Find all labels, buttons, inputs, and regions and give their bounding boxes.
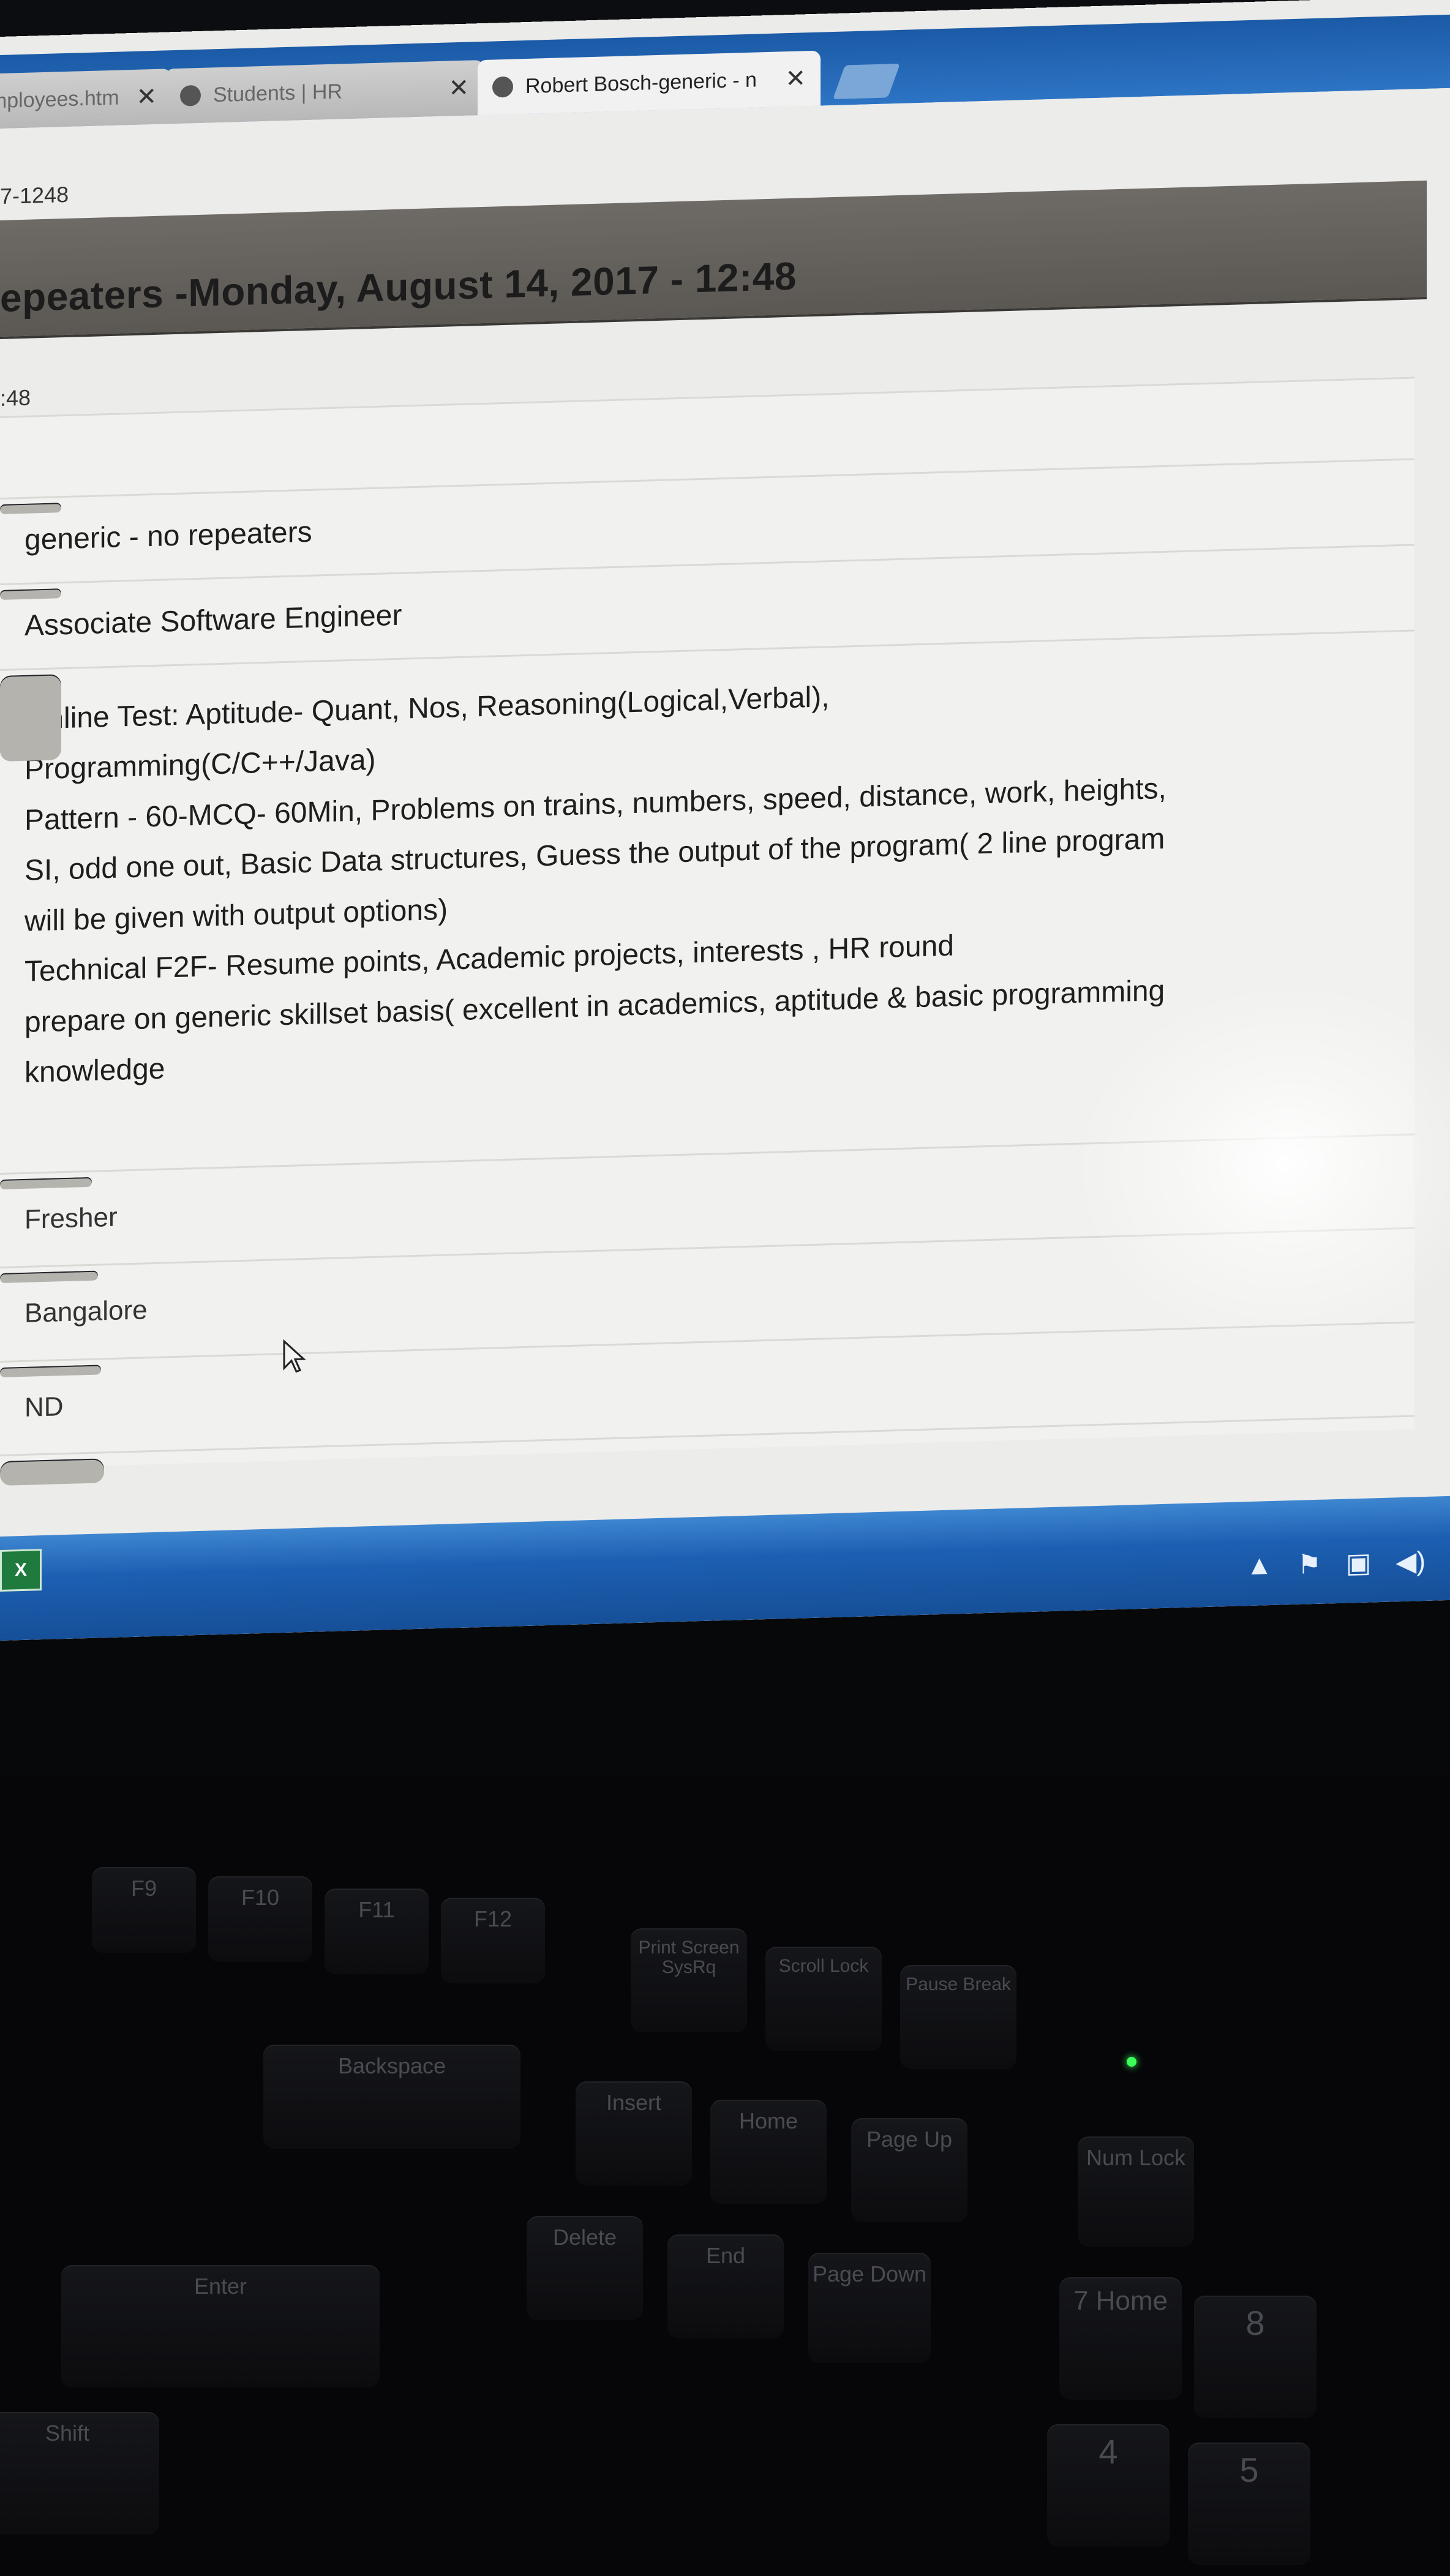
row-value-multiline: Online Test: Aptitude- Quant, Nos, Reaso… [0,631,1414,1173]
key-numpad-5: 5 [1188,2443,1310,2565]
time-text: :48 [0,384,31,411]
close-icon[interactable]: ✕ [136,83,157,111]
action-center-flag-icon[interactable]: ⚑ [1297,1549,1321,1581]
laptop-keyboard: F9 F10 F11 F12 Print Screen SysRq Scroll… [0,1775,1450,2576]
key-numpad-4: 4 [1047,2424,1170,2547]
row-label-cell [0,673,61,762]
key-numpad-8: 8 [1194,2296,1317,2418]
page-content: 7-1248 epeaters -Monday, August 14, 2017… [0,88,1450,1641]
mouse-cursor-icon [282,1338,306,1383]
excel-icon[interactable]: X [0,1549,42,1592]
key-pause-break: Pause Break [900,1965,1016,2069]
key-home: Home [710,2100,827,2204]
show-hidden-icons-icon[interactable]: ▲ [1246,1550,1273,1582]
page-title-bar: epeaters -Monday, August 14, 2017 - 12:4… [0,180,1427,339]
page-title: epeaters -Monday, August 14, 2017 - 12:4… [0,253,797,320]
row-label-cell [0,1458,104,1486]
key-shift: Shift [0,2412,159,2534]
new-tab-button[interactable] [832,63,901,100]
network-icon[interactable]: ▣ [1346,1547,1372,1579]
key-delete: Delete [527,2216,643,2320]
key-scroll-lock: Scroll Lock [765,1947,882,2051]
site-favicon-icon [492,76,513,98]
close-icon[interactable]: ✕ [785,64,806,93]
tab-label: employees.htm [0,86,119,113]
key-page-down: Page Down [808,2253,931,2363]
key-backspace: Backspace [263,2045,520,2149]
key-insert: Insert [576,2081,692,2185]
key-print-screen: Print Screen SysRq [631,1928,747,2032]
details-table: generic - no repeaters Associate Softwar… [0,376,1414,1486]
monitor-screen: employees.htm ✕ Students | HR ✕ Robert B… [0,0,1450,1641]
page-id-text: 7-1248 [0,181,69,209]
site-favicon-icon [180,84,201,107]
key-f10: F10 [208,1876,312,1962]
tab-students-hr[interactable]: Students | HR ✕ [165,59,484,124]
system-tray: ▲ ⚑ ▣ ◀) [1246,1546,1426,1582]
table-row: Online Test: Aptitude- Quant, Nos, Reaso… [0,629,1414,1173]
volume-icon[interactable]: ◀) [1396,1546,1426,1578]
key-f11: F11 [325,1889,429,1974]
key-page-up: Page Up [851,2118,967,2222]
key-enter: Enter [61,2265,380,2387]
row-label-cell [0,503,61,514]
key-f12: F12 [441,1898,545,1983]
tab-employees[interactable]: employees.htm ✕ [0,69,171,130]
row-label-cell [0,588,61,600]
key-end: End [667,2234,784,2338]
tab-label: Robert Bosch-generic - n [525,67,757,98]
tab-label: Students | HR [213,79,343,107]
tab-robert-bosch[interactable]: Robert Bosch-generic - n ✕ [478,50,821,116]
key-numpad-7: 7 Home [1059,2277,1182,2400]
key-num-lock: Num Lock [1078,2136,1194,2247]
close-icon[interactable]: ✕ [448,74,469,103]
key-f9: F9 [92,1867,196,1953]
num-lock-led-icon [1127,2057,1136,2067]
